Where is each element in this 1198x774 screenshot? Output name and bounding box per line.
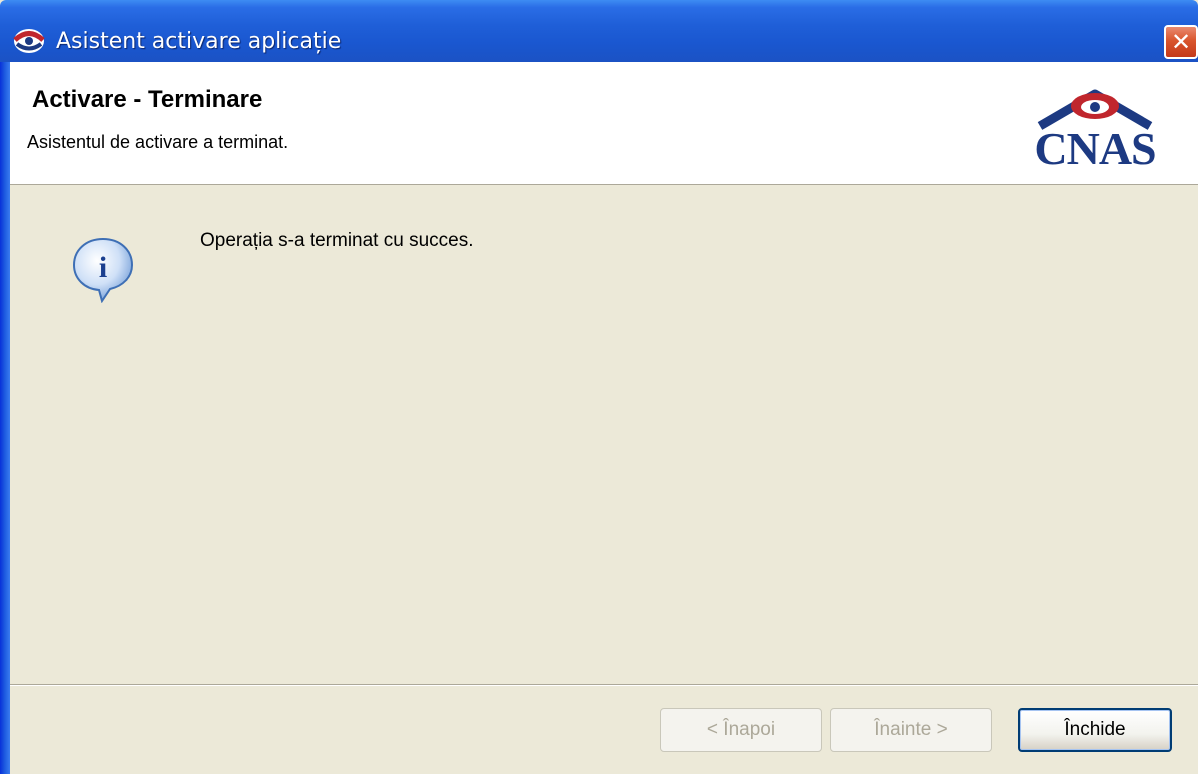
close-button-label: Închide <box>1064 719 1126 740</box>
cnas-app-icon <box>13 29 45 53</box>
activation-wizard-window: Asistent activare aplicație ✕ Activare -… <box>0 0 1198 774</box>
next-button-label: Înainte > <box>874 719 948 740</box>
title-bar[interactable]: Asistent activare aplicație ✕ <box>0 0 1198 62</box>
window-title: Asistent activare aplicație <box>56 29 342 54</box>
close-window-button[interactable]: ✕ <box>1164 25 1198 59</box>
next-button[interactable]: Înainte > <box>830 708 992 752</box>
back-button[interactable]: < Înapoi <box>660 708 822 752</box>
cnas-logo: CNAS <box>1000 80 1190 174</box>
page-title: Activare - Terminare <box>32 86 263 113</box>
logo-text: CNAS <box>1034 123 1156 174</box>
close-icon: ✕ <box>1170 28 1192 56</box>
footer-divider <box>10 684 1198 686</box>
close-button[interactable]: Închide <box>1018 708 1172 752</box>
info-icon: i <box>72 237 134 303</box>
wizard-header: Activare - Terminare Asistentul de activ… <box>10 62 1198 185</box>
back-button-label: < Înapoi <box>706 719 776 740</box>
page-subtitle: Asistentul de activare a terminat. <box>27 132 289 152</box>
status-message: Operația s-a terminat cu succes. <box>200 230 474 251</box>
window-left-border <box>0 62 10 774</box>
svg-text:i: i <box>99 251 107 284</box>
